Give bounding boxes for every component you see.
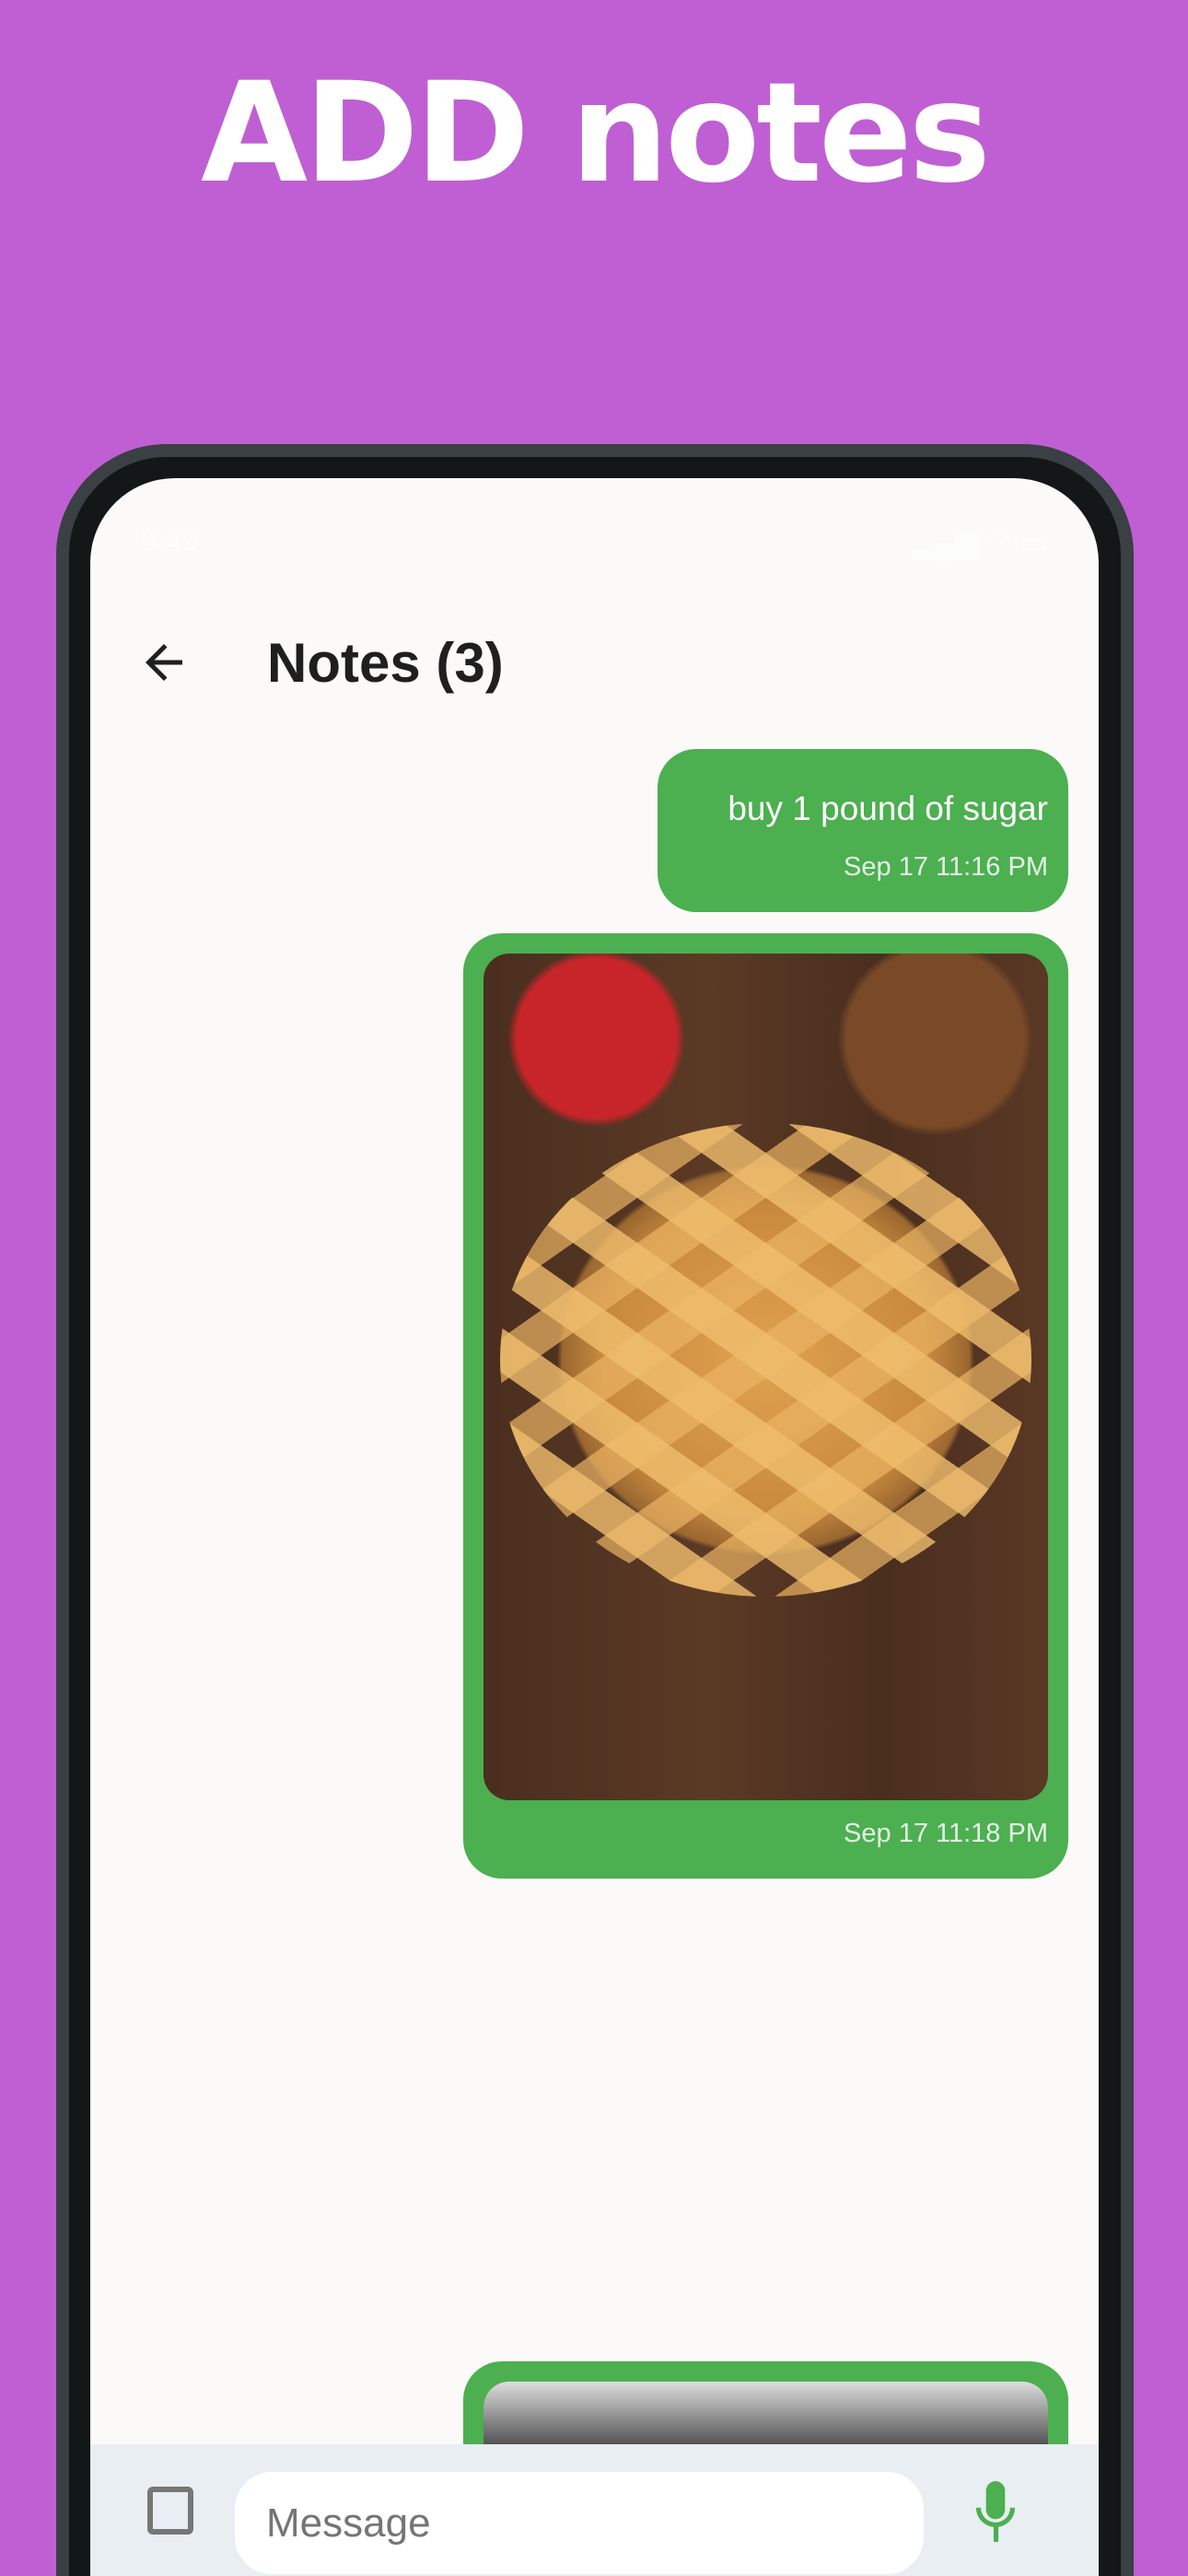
status-bar: 9:49 ▂▄▆ ◠ ▭	[141, 524, 1048, 561]
note-bubble[interactable]: buy 1 pound of sugar Sep 17 11:16 PM	[658, 749, 1068, 912]
back-arrow-icon[interactable]	[136, 635, 192, 690]
app-screen: 9:49 ▂▄▆ ◠ ▭ Notes (3) buy 1 pound of su…	[90, 478, 1099, 2576]
note-text: buy 1 pound of sugar	[728, 790, 1048, 827]
message-input[interactable]	[235, 2472, 924, 2574]
note-timestamp: Sep 17 11:16 PM	[844, 852, 1048, 882]
app-header: Notes (3)	[90, 607, 1099, 718]
status-time: 9:49	[141, 524, 199, 557]
microphone-icon[interactable]	[973, 2479, 1019, 2544]
promo-headline: ADD notes	[201, 53, 991, 214]
page-title: Notes (3)	[267, 631, 504, 694]
composer-bar	[90, 2444, 1099, 2576]
apple-pie-image[interactable]	[483, 954, 1048, 1800]
pie-lattice	[500, 1122, 1031, 1598]
note-timestamp: Sep 17 11:18 PM	[844, 1819, 1048, 1848]
image-attach-icon[interactable]	[147, 2487, 193, 2535]
status-icons: ▂▄▆ ◠ ▭	[912, 525, 1048, 558]
note-bubble[interactable]: Sep 17 11:18 PM	[463, 933, 1068, 1879]
